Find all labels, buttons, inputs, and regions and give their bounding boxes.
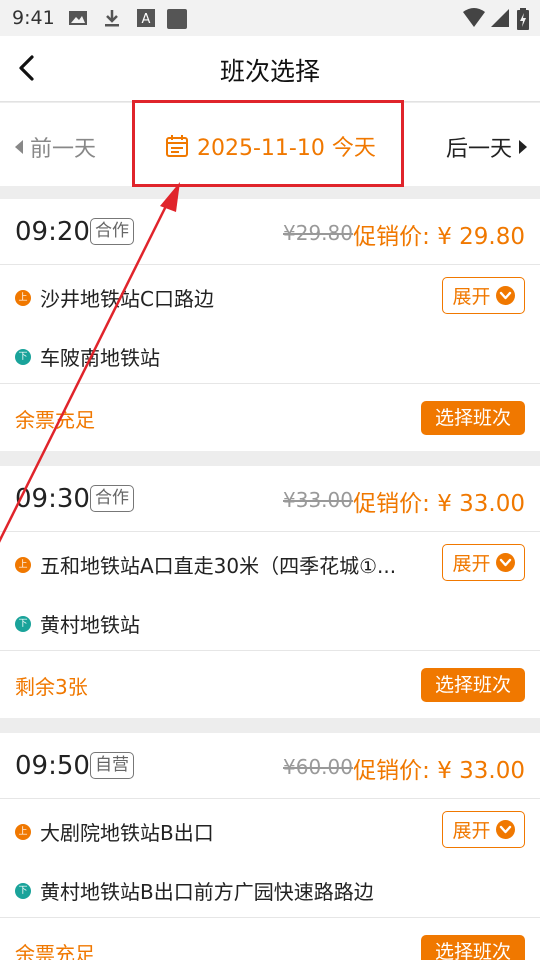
- ticket-availability: 剩余3张: [15, 675, 88, 699]
- operator-tag: 自营: [90, 752, 134, 779]
- square-app-icon: [167, 9, 187, 29]
- battery-icon: [517, 8, 529, 30]
- svg-text:A: A: [142, 12, 151, 27]
- next-day-button[interactable]: 后一天: [446, 131, 528, 163]
- chevron-down-icon: [495, 286, 515, 305]
- trip-header: 09:20 合作 ¥29.80 促销价: ¥ 29.80: [0, 199, 540, 265]
- departure-time: 09:50: [15, 751, 90, 781]
- alighting-stop-name: 黄村地铁站: [40, 613, 140, 637]
- trip-stops: 上 大剧院地铁站B出口 下 黄村地铁站B出口前方广园快速路路边 展开: [0, 799, 540, 918]
- prev-day-button[interactable]: 前一天: [14, 131, 96, 163]
- status-bar: 9:41 A: [0, 0, 540, 36]
- alighting-stop-name: 车陂南地铁站: [40, 346, 160, 370]
- expand-label: 展开: [452, 553, 491, 575]
- caret-right-icon: [519, 140, 527, 154]
- chevron-down-icon: [495, 820, 515, 839]
- expand-button[interactable]: 展开: [442, 811, 525, 848]
- prev-day-label: 前一天: [30, 137, 97, 162]
- trip-card: 09:50 自营 ¥60.00 促销价: ¥ 33.00 上 大剧院地铁站B出口…: [0, 733, 540, 960]
- alighting-stop-name: 黄村地铁站B出口前方广园快速路路边: [40, 880, 374, 904]
- boarding-marker-icon: 上: [15, 823, 31, 840]
- nav-bar: 班次选择: [0, 36, 540, 102]
- expand-label: 展开: [452, 286, 491, 308]
- departure-time: 09:30: [15, 484, 90, 514]
- chevron-down-icon: [495, 553, 515, 572]
- alighting-stop: 下 黄村地铁站: [15, 609, 140, 638]
- original-price: ¥33.00: [283, 488, 353, 512]
- trip-footer: 余票充足 选择班次: [0, 918, 540, 960]
- boarding-stop-name: 大剧院地铁站B出口: [40, 821, 214, 845]
- boarding-marker-icon: 上: [15, 289, 31, 306]
- trip-stops: 上 五和地铁站A口直走30米（四季花城①... 下 黄村地铁站 展开: [0, 532, 540, 651]
- promo-price: 促销价: ¥ 33.00: [353, 758, 525, 784]
- expand-label: 展开: [452, 820, 491, 842]
- status-time: 9:41: [12, 7, 55, 29]
- boarding-stop: 上 大剧院地铁站B出口: [15, 817, 214, 846]
- operator-tag: 合作: [90, 485, 134, 512]
- operator-tag: 合作: [90, 218, 134, 245]
- original-price: ¥60.00: [283, 755, 353, 779]
- select-trip-button[interactable]: 选择班次: [421, 668, 525, 702]
- wifi-icon: [463, 8, 485, 27]
- select-trip-button[interactable]: 选择班次: [421, 401, 525, 435]
- trip-footer: 剩余3张 选择班次: [0, 651, 540, 718]
- ticket-availability: 余票充足: [15, 942, 95, 960]
- trip-header: 09:50 自营 ¥60.00 促销价: ¥ 33.00: [0, 733, 540, 799]
- alighting-marker-icon: 下: [15, 882, 31, 899]
- departure-time: 09:20: [15, 217, 90, 247]
- expand-button[interactable]: 展开: [442, 544, 525, 581]
- image-icon: [69, 11, 87, 25]
- font-a-icon: A: [137, 9, 155, 27]
- trip-card: 09:20 合作 ¥29.80 促销价: ¥ 29.80 上 沙井地铁站C口路边…: [0, 199, 540, 451]
- boarding-stop: 上 五和地铁站A口直走30米（四季花城①...: [15, 550, 396, 579]
- alighting-marker-icon: 下: [15, 615, 31, 632]
- alighting-stop: 下 车陂南地铁站: [15, 342, 160, 371]
- alighting-marker-icon: 下: [15, 348, 31, 365]
- caret-left-icon: [15, 140, 23, 154]
- trip-card: 09:30 合作 ¥33.00 促销价: ¥ 33.00 上 五和地铁站A口直走…: [0, 466, 540, 718]
- date-highlight-box: [132, 100, 404, 187]
- trip-header: 09:30 合作 ¥33.00 促销价: ¥ 33.00: [0, 466, 540, 532]
- ticket-availability: 余票充足: [15, 408, 95, 432]
- boarding-stop-name: 五和地铁站A口直走30米（四季花城①...: [40, 554, 397, 578]
- trip-footer: 余票充足 选择班次: [0, 384, 540, 451]
- expand-button[interactable]: 展开: [442, 277, 525, 314]
- alighting-stop: 下 黄村地铁站B出口前方广园快速路路边: [15, 876, 374, 905]
- boarding-marker-icon: 上: [15, 556, 31, 573]
- select-trip-button[interactable]: 选择班次: [421, 935, 525, 960]
- page-title: 班次选择: [219, 57, 320, 86]
- next-day-label: 后一天: [445, 137, 512, 162]
- download-icon: [105, 10, 119, 27]
- original-price: ¥29.80: [283, 221, 353, 245]
- boarding-stop: 上 沙井地铁站C口路边: [15, 283, 214, 312]
- signal-icon: [491, 9, 509, 27]
- promo-price: 促销价: ¥ 29.80: [353, 224, 525, 250]
- boarding-stop-name: 沙井地铁站C口路边: [40, 287, 214, 311]
- trip-stops: 上 沙井地铁站C口路边 下 车陂南地铁站 展开: [0, 265, 540, 384]
- promo-price: 促销价: ¥ 33.00: [353, 491, 525, 517]
